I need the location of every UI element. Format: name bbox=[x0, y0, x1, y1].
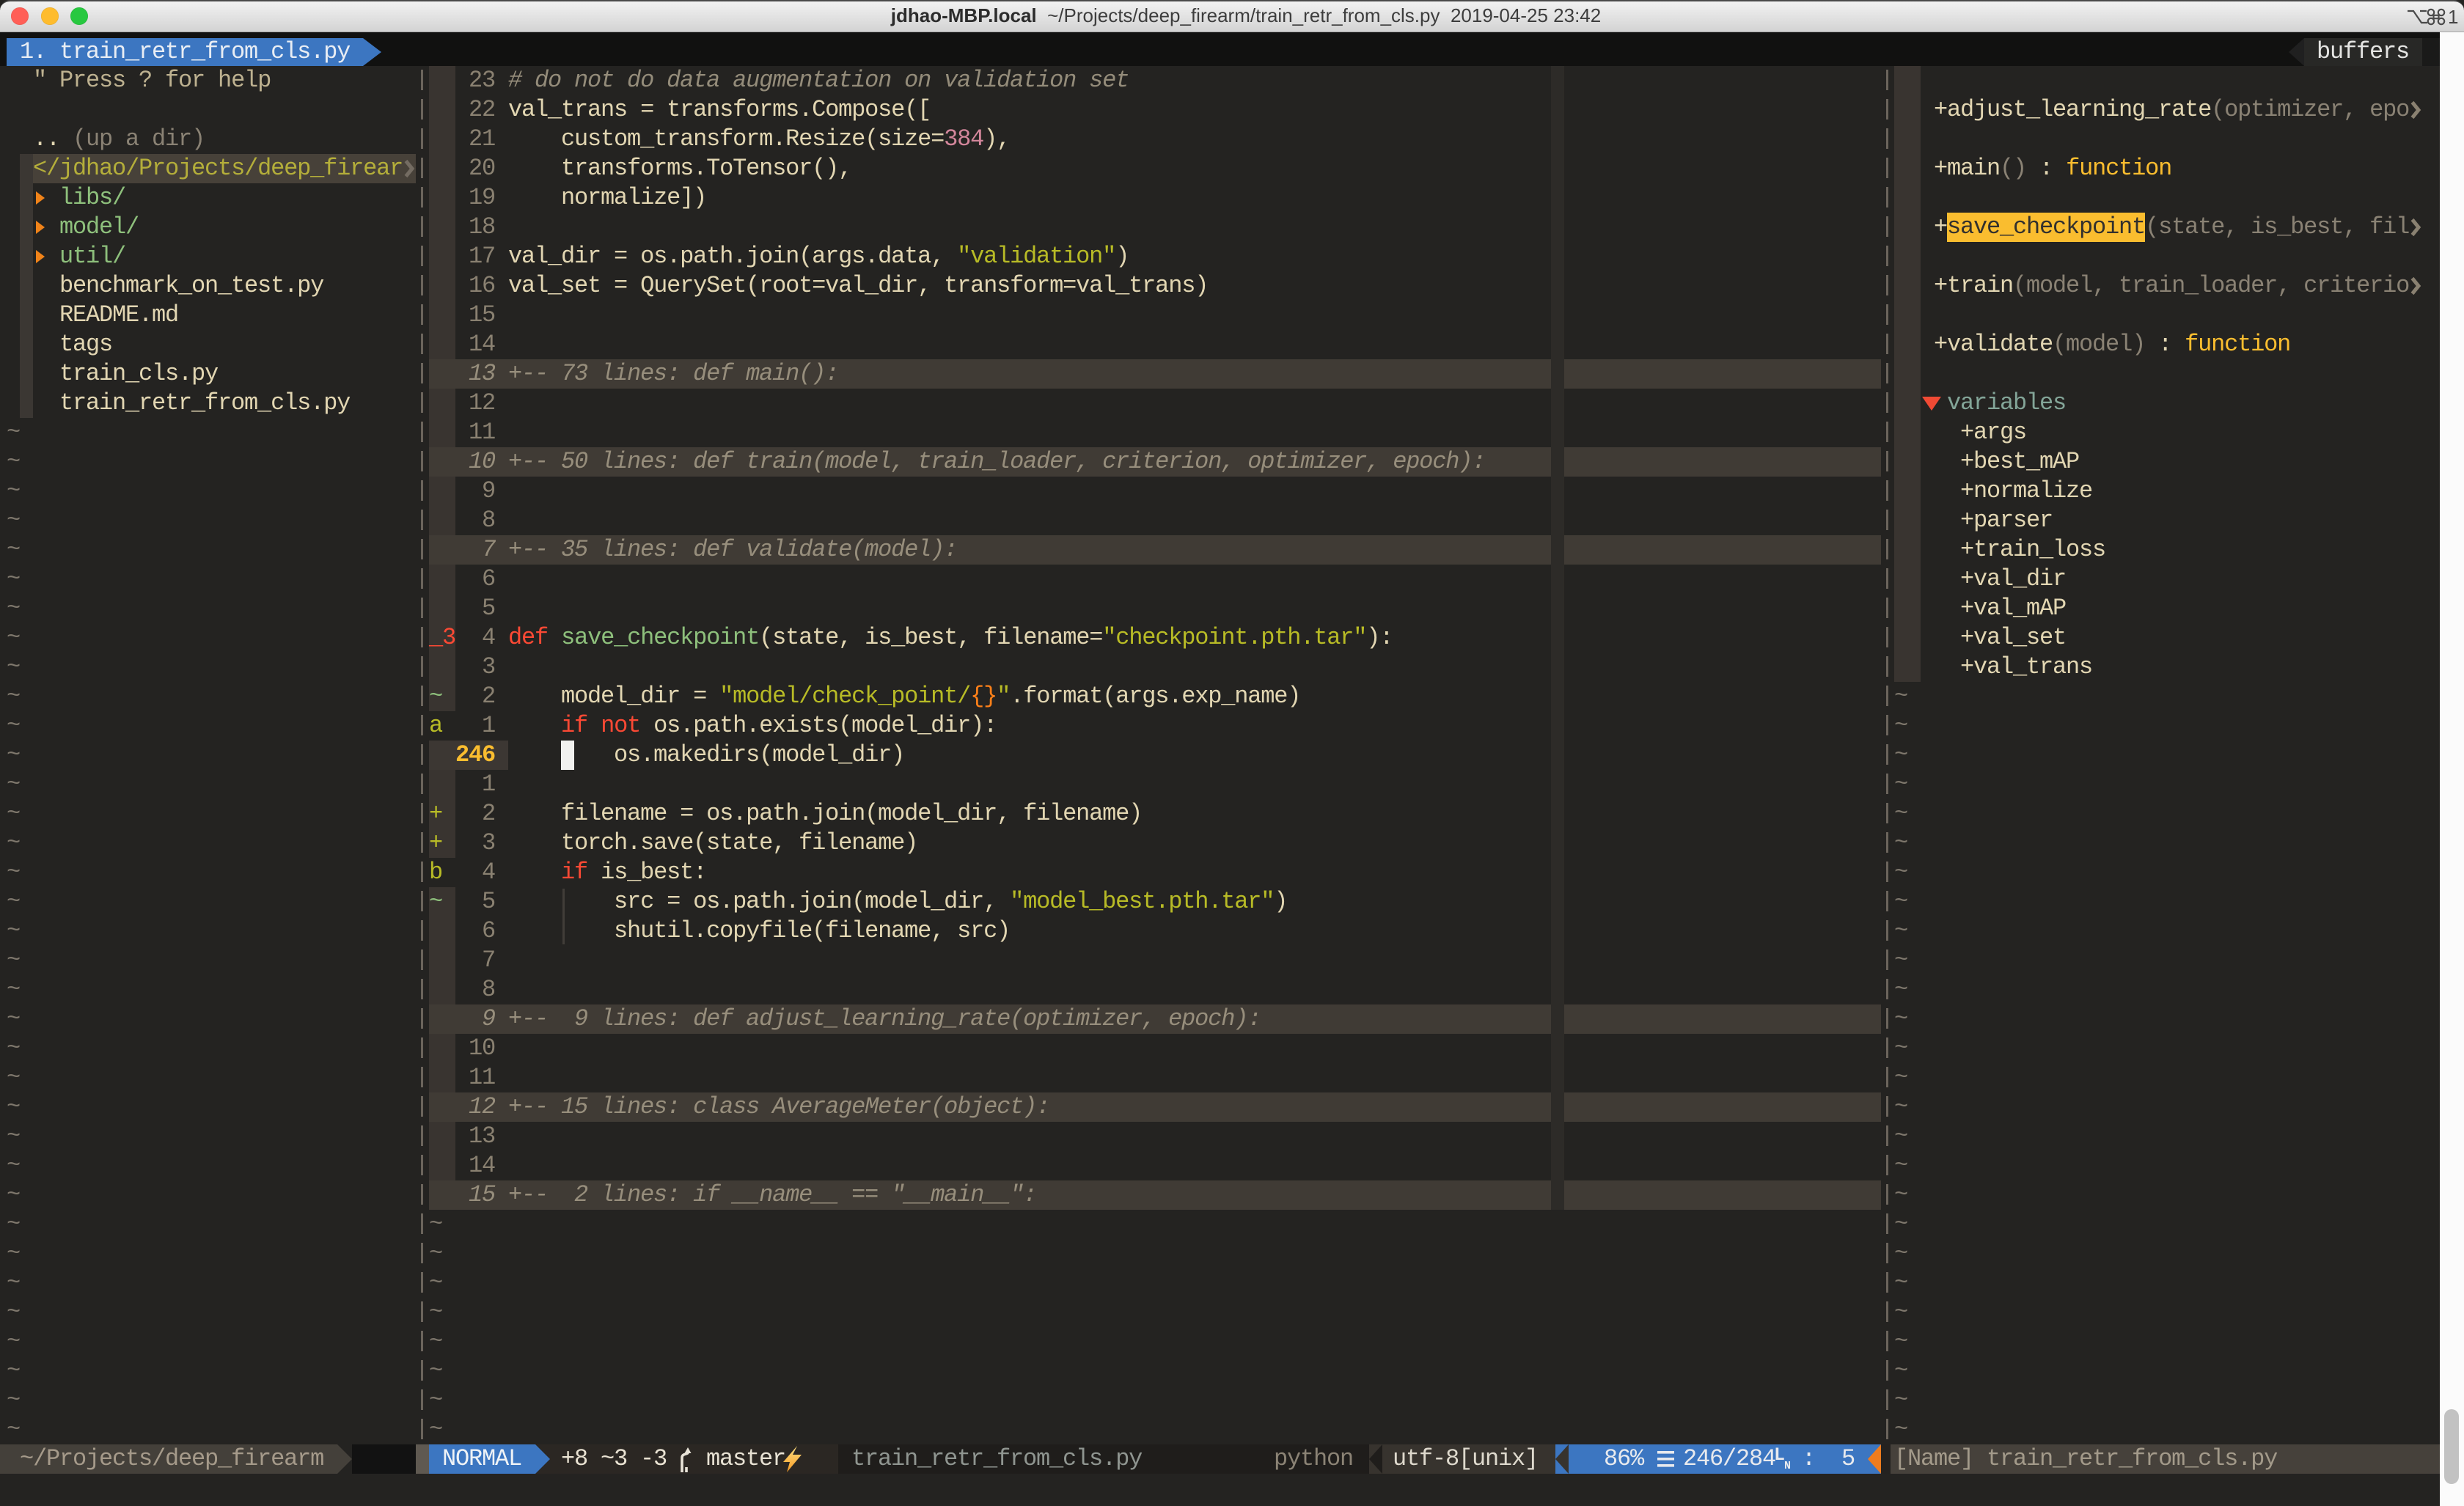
svg-text:1: 1 bbox=[2448, 6, 2458, 28]
